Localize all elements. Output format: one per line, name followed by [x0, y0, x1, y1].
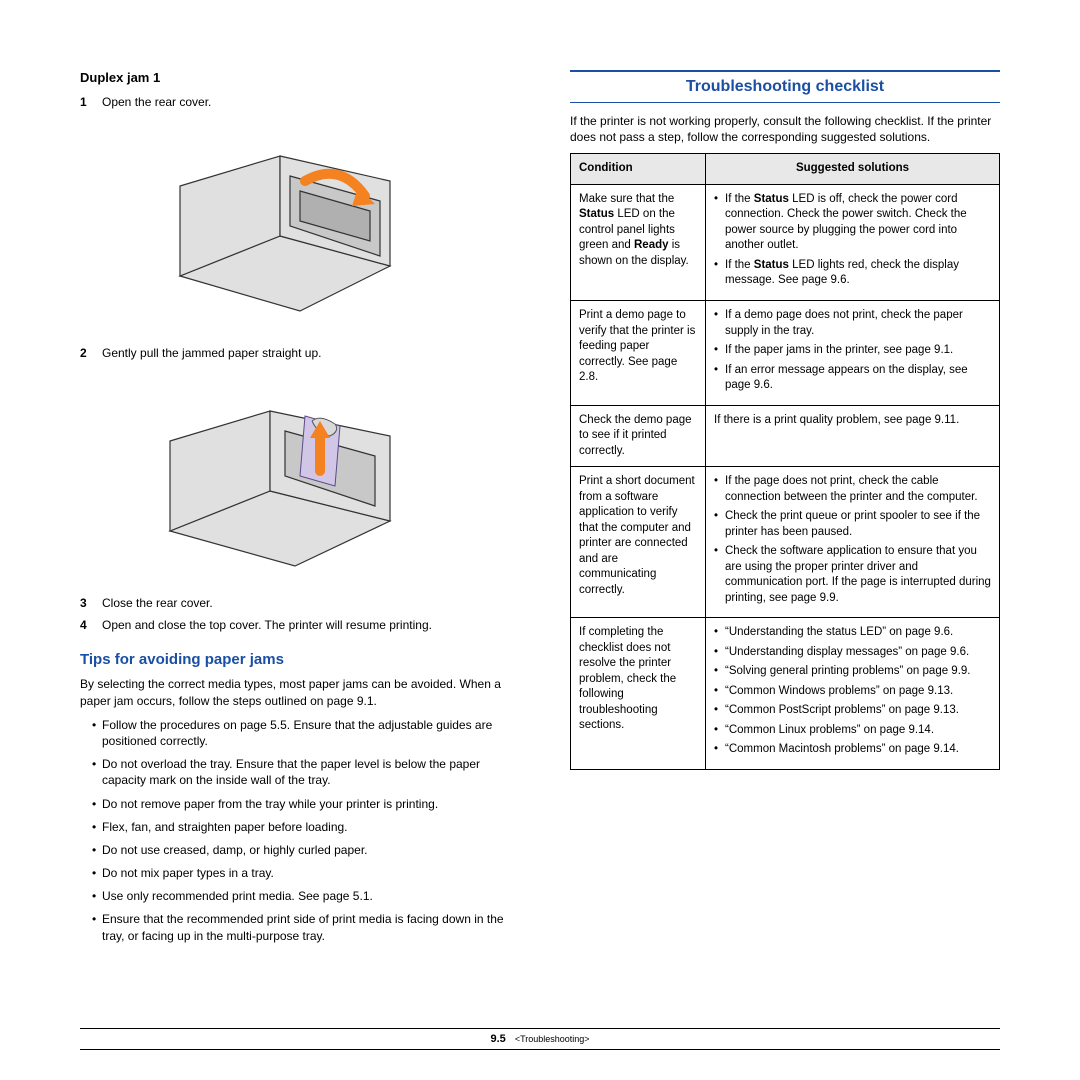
list-item: Flex, fan, and straighten paper before l…	[92, 819, 520, 835]
table-row: Check the demo page to see if it printed…	[571, 405, 1000, 467]
list-item: If the Status LED lights red, check the …	[714, 258, 991, 289]
step-number: 4	[80, 618, 102, 634]
solution-cell: If the page does not print, check the ca…	[706, 467, 1000, 618]
list-item: If the paper jams in the printer, see pa…	[714, 343, 991, 359]
tips-heading: Tips for avoiding paper jams	[80, 651, 520, 668]
troubleshooting-heading: Troubleshooting checklist	[570, 70, 1000, 103]
step-text: Open and close the top cover. The printe…	[102, 618, 520, 634]
list-item: Check the software application to ensure…	[714, 544, 991, 606]
table-row: Make sure that the Status LED on the con…	[571, 184, 1000, 300]
right-column: Troubleshooting checklist If the printer…	[570, 70, 1000, 951]
condition-cell: Print a demo page to verify that the pri…	[571, 300, 706, 405]
tips-list: Follow the procedures on page 5.5. Ensur…	[80, 717, 520, 944]
step-2: 2 Gently pull the jammed paper straight …	[80, 346, 520, 362]
list-item: “Solving general printing problems” on p…	[714, 664, 991, 680]
solution-cell: If there is a print quality problem, see…	[706, 405, 1000, 467]
step-text: Open the rear cover.	[102, 95, 520, 111]
condition-cell: Make sure that the Status LED on the con…	[571, 184, 706, 300]
list-item: Use only recommended print media. See pa…	[92, 888, 520, 904]
list-item: “Common Windows problems” on page 9.13.	[714, 684, 991, 700]
printer-pull-paper-illustration	[140, 376, 410, 576]
list-item: Do not mix paper types in a tray.	[92, 865, 520, 881]
list-item: If the page does not print, check the ca…	[714, 474, 991, 505]
page-number: 9.5	[490, 1033, 505, 1045]
th-solutions: Suggested solutions	[706, 154, 1000, 185]
list-item: “Understanding display messages” on page…	[714, 645, 991, 661]
list-item: Follow the procedures on page 5.5. Ensur…	[92, 717, 520, 749]
step-1: 1 Open the rear cover.	[80, 95, 520, 111]
condition-cell: If completing the checklist does not res…	[571, 618, 706, 770]
left-column: Duplex jam 1 1 Open the rear cover. 2 Ge…	[80, 70, 520, 951]
list-item: Check the print queue or print spooler t…	[714, 509, 991, 540]
step-number: 1	[80, 95, 102, 111]
list-item: If the Status LED is off, check the powe…	[714, 192, 991, 254]
table-row: If completing the checklist does not res…	[571, 618, 1000, 770]
list-item: Ensure that the recommended print side o…	[92, 911, 520, 943]
page-footer: 9.5 <Troubleshooting>	[80, 1028, 1000, 1050]
step-number: 2	[80, 346, 102, 362]
th-condition: Condition	[571, 154, 706, 185]
condition-cell: Print a short document from a software a…	[571, 467, 706, 618]
step-4: 4 Open and close the top cover. The prin…	[80, 618, 520, 634]
tips-intro: By selecting the correct media types, mo…	[80, 676, 520, 708]
condition-cell: Check the demo page to see if it printed…	[571, 405, 706, 467]
list-item: “Common PostScript problems” on page 9.1…	[714, 703, 991, 719]
duplex-heading: Duplex jam 1	[80, 70, 520, 85]
step-text: Gently pull the jammed paper straight up…	[102, 346, 520, 362]
table-row: Print a demo page to verify that the pri…	[571, 300, 1000, 405]
checklist-table: Condition Suggested solutions Make sure …	[570, 153, 1000, 769]
step-text: Close the rear cover.	[102, 596, 520, 612]
printer-rear-open-illustration	[140, 126, 410, 326]
solution-cell: If a demo page does not print, check the…	[706, 300, 1000, 405]
solution-cell: If the Status LED is off, check the powe…	[706, 184, 1000, 300]
chapter-label: <Troubleshooting>	[515, 1034, 590, 1044]
solution-cell: “Understanding the status LED” on page 9…	[706, 618, 1000, 770]
list-item: Do not overload the tray. Ensure that th…	[92, 756, 520, 788]
list-item: “Understanding the status LED” on page 9…	[714, 625, 991, 641]
list-item: Do not use creased, damp, or highly curl…	[92, 842, 520, 858]
list-item: “Common Linux problems” on page 9.14.	[714, 723, 991, 739]
list-item: If an error message appears on the displ…	[714, 363, 991, 394]
step-3: 3 Close the rear cover.	[80, 596, 520, 612]
table-row: Print a short document from a software a…	[571, 467, 1000, 618]
list-item: Do not remove paper from the tray while …	[92, 796, 520, 812]
step-number: 3	[80, 596, 102, 612]
list-item: “Common Macintosh problems” on page 9.14…	[714, 742, 991, 758]
troubleshooting-intro: If the printer is not working properly, …	[570, 113, 1000, 145]
list-item: If a demo page does not print, check the…	[714, 308, 991, 339]
